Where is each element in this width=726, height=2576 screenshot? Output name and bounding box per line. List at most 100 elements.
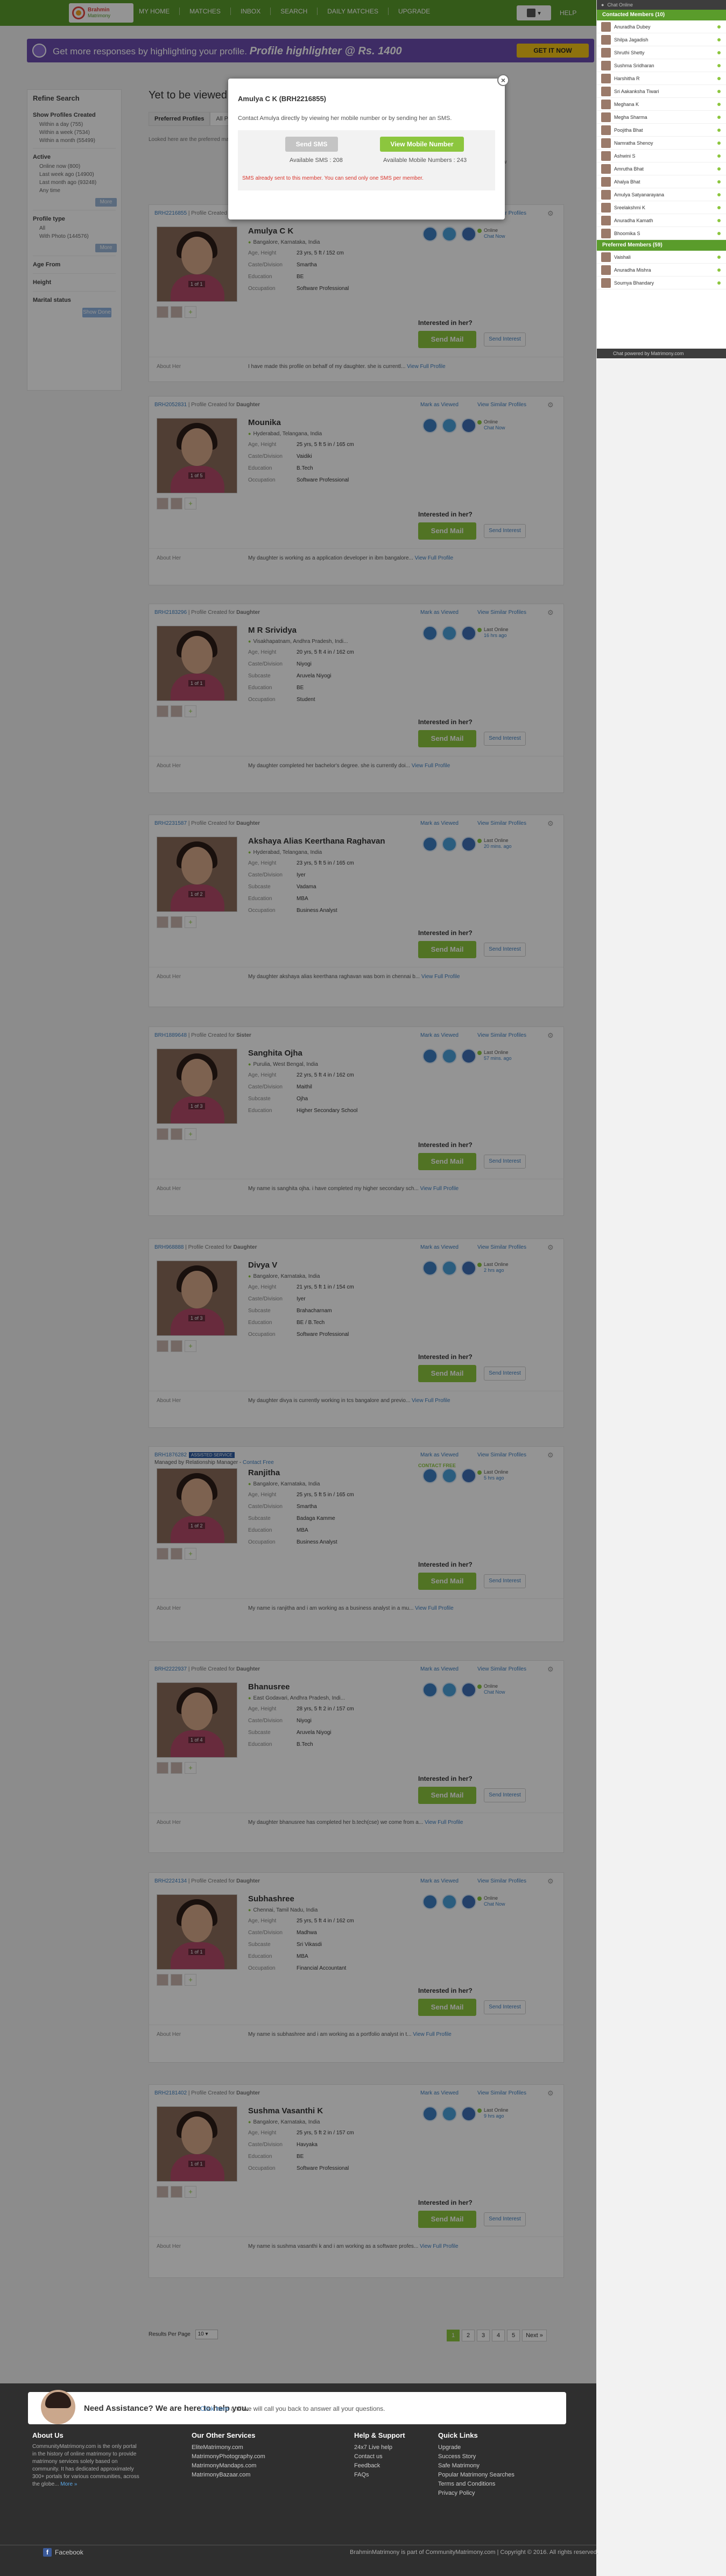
assistance-box: Need Assistance? We are here to help you… bbox=[28, 2390, 566, 2424]
footer-link[interactable]: MatrimonyPhotography.com bbox=[192, 2452, 265, 2461]
chat-member-row[interactable]: Ashwini S bbox=[597, 150, 726, 162]
member-avatar bbox=[601, 202, 611, 213]
footer-link[interactable]: MatrimonyMandaps.com bbox=[192, 2461, 265, 2471]
close-icon[interactable]: × bbox=[497, 74, 509, 86]
online-status-icon bbox=[717, 231, 721, 235]
member-avatar bbox=[601, 138, 611, 148]
chat-top-bar[interactable]: ● Chat Online bbox=[597, 0, 726, 10]
footer-link[interactable]: Popular Matrimony Searches bbox=[438, 2471, 514, 2480]
online-status-icon bbox=[717, 154, 721, 158]
facebook-link[interactable]: Facebook bbox=[43, 2548, 83, 2557]
footer-link[interactable]: Terms and Conditions bbox=[438, 2480, 514, 2489]
footer-link[interactable]: Success Story bbox=[438, 2452, 514, 2461]
footer-link[interactable]: Privacy Policy bbox=[438, 2489, 514, 2498]
chat-member-row[interactable]: Vaishali bbox=[597, 251, 726, 264]
online-status-icon bbox=[717, 25, 721, 29]
sms-count: Available SMS : 208 bbox=[290, 157, 343, 164]
chat-member-row[interactable]: Sri Aakanksha Tiwari bbox=[597, 85, 726, 98]
online-status-icon bbox=[717, 281, 721, 285]
footer-about-text: CommunityMatrimony.com is the only porta… bbox=[32, 2444, 139, 2487]
preferred-list: Vaishali Anuradha Mishra Soumya Bhandary bbox=[597, 251, 726, 289]
online-status-icon bbox=[717, 89, 721, 93]
member-avatar bbox=[601, 151, 611, 161]
mobile-count: Available Mobile Numbers : 243 bbox=[383, 157, 467, 164]
chat-member-row[interactable]: Namratha Shenoy bbox=[597, 137, 726, 150]
click-here-link[interactable]: Click here bbox=[200, 2405, 229, 2412]
member-name: Amulya Satyanarayana bbox=[614, 192, 665, 197]
member-name: Harshitha R bbox=[614, 75, 640, 81]
member-name: Ashwini S bbox=[614, 153, 636, 159]
online-status-icon bbox=[717, 128, 721, 132]
modal-overlay[interactable] bbox=[0, 0, 596, 2383]
chat-member-row[interactable]: Anuradha Mishra bbox=[597, 264, 726, 277]
chat-member-row[interactable]: Poojitha Bhat bbox=[597, 124, 726, 137]
footer-about-title: About Us bbox=[32, 2431, 64, 2439]
footer-link[interactable]: FAQs bbox=[354, 2471, 405, 2480]
chat-member-row[interactable]: Anuradha Kamath bbox=[597, 214, 726, 227]
member-avatar bbox=[601, 60, 611, 70]
online-status-icon bbox=[717, 180, 721, 183]
send-sms-button[interactable]: Send SMS bbox=[285, 137, 338, 152]
online-status-icon bbox=[717, 115, 721, 119]
modal-description: Contact Amulya directly by viewing her m… bbox=[238, 115, 452, 122]
online-status-icon bbox=[717, 167, 721, 171]
footer-link[interactable]: Contact us bbox=[354, 2452, 405, 2461]
more-link[interactable]: More » bbox=[60, 2481, 77, 2487]
member-name: Sushma Sridharan bbox=[614, 62, 654, 68]
chat-member-row[interactable]: Sreelakshmi K bbox=[597, 201, 726, 214]
footer-link[interactable]: Feedback bbox=[354, 2461, 405, 2471]
chat-member-row[interactable]: Anuradha Dubey bbox=[597, 20, 726, 33]
chat-member-row[interactable]: Ahalya Bhat bbox=[597, 175, 726, 188]
footer-link[interactable]: EliteMatrimony.com bbox=[192, 2443, 265, 2452]
chat-member-row[interactable]: Bhoomika S bbox=[597, 227, 726, 240]
copyright: BrahminMatrimony is part of CommunityMat… bbox=[350, 2549, 598, 2556]
chat-footer-text: Chat powered by Matrimony.com bbox=[613, 351, 684, 356]
modal-options: Send SMS View Mobile Number Available SM… bbox=[238, 130, 495, 190]
footer-links-title: Quick Links bbox=[438, 2431, 478, 2439]
member-avatar bbox=[601, 278, 611, 288]
member-name: Ahalya Bhat bbox=[614, 179, 640, 185]
member-name: Vaishali bbox=[614, 254, 631, 260]
member-avatar bbox=[601, 176, 611, 187]
contacted-title[interactable]: Contacted Members (10) bbox=[597, 10, 726, 20]
chat-member-row[interactable]: Harshitha R bbox=[597, 72, 726, 85]
view-mobile-button[interactable]: View Mobile Number bbox=[380, 137, 464, 152]
online-status-icon bbox=[717, 63, 721, 67]
chat-member-row[interactable]: Shilpa Jagadish bbox=[597, 33, 726, 46]
footer-quick-links: Quick Links Upgrade Success Story Safe M… bbox=[438, 2431, 514, 2498]
footer-services-title: Our Other Services bbox=[192, 2431, 256, 2439]
footer-link[interactable]: Safe Matrimony bbox=[438, 2461, 514, 2471]
chat-member-row[interactable]: Soumya Bhandary bbox=[597, 277, 726, 289]
member-name: Anuradha Kamath bbox=[614, 217, 653, 223]
member-avatar bbox=[601, 22, 611, 32]
online-status-icon bbox=[717, 38, 721, 41]
member-avatar bbox=[601, 265, 611, 275]
chat-member-row[interactable]: Amulya Satyanarayana bbox=[597, 188, 726, 201]
member-avatar bbox=[601, 252, 611, 262]
online-status-icon bbox=[717, 51, 721, 54]
member-name: Poojitha Bhat bbox=[614, 127, 643, 133]
chat-member-row[interactable]: Meghana K bbox=[597, 98, 726, 111]
footer-help-title: Help & Support bbox=[354, 2431, 405, 2439]
member-name: Sreelakshmi K bbox=[614, 204, 646, 210]
support-agent-avatar bbox=[41, 2390, 75, 2424]
member-name: Anuradha Mishra bbox=[614, 267, 651, 273]
chat-footer: Chat powered by Matrimony.com bbox=[597, 349, 726, 358]
footer-link[interactable]: MatrimonyBazaar.com bbox=[192, 2471, 265, 2480]
online-status-icon bbox=[717, 268, 721, 272]
footer-help: Help & Support 24x7 Live help Contact us… bbox=[354, 2431, 405, 2480]
chat-member-row[interactable]: Amrutha Bhat bbox=[597, 162, 726, 175]
footer-link[interactable]: Upgrade bbox=[438, 2443, 514, 2452]
modal-title: Amulya C K (BRH2216855) bbox=[238, 95, 327, 103]
chat-member-row[interactable]: Megha Sharma bbox=[597, 111, 726, 124]
member-name: Bhoomika S bbox=[614, 230, 640, 236]
member-name: Shilpa Jagadish bbox=[614, 37, 649, 43]
chat-member-row[interactable]: Shruthi Shetty bbox=[597, 46, 726, 59]
footer-link[interactable]: 24x7 Live help bbox=[354, 2443, 405, 2452]
chat-member-row[interactable]: Sushma Sridharan bbox=[597, 59, 726, 72]
member-name: Namratha Shenoy bbox=[614, 140, 653, 146]
member-name: Amrutha Bhat bbox=[614, 166, 644, 172]
member-avatar bbox=[601, 215, 611, 225]
online-status-icon bbox=[717, 218, 721, 222]
preferred-title[interactable]: Preferred Members (59) bbox=[597, 240, 726, 251]
